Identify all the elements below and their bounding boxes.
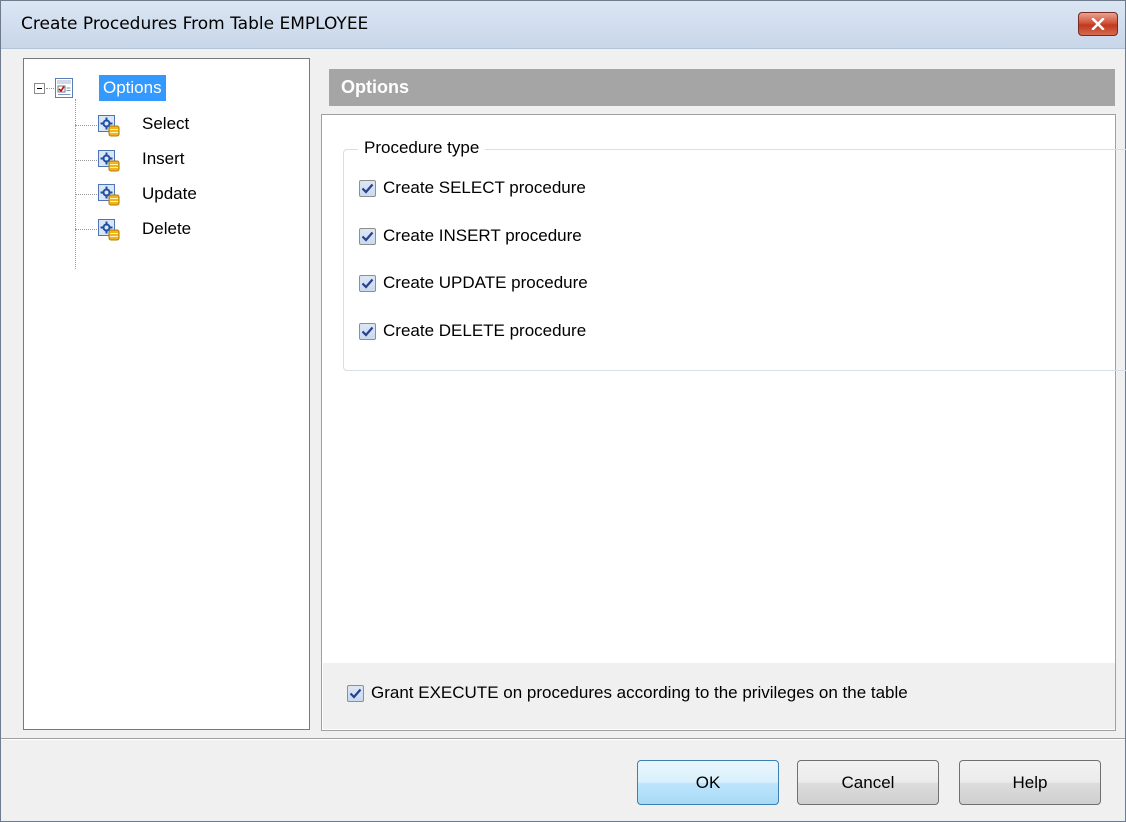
procedure-type-group: Procedure type Create SELECT procedure C… [343,138,1126,371]
checkmark-icon [361,326,374,337]
procedure-icon [98,219,120,241]
check-select-procedure[interactable]: Create SELECT procedure [359,178,586,198]
check-grant-execute[interactable]: Grant EXECUTE on procedures according to… [347,683,908,703]
checkbox-label: Create DELETE procedure [383,321,587,340]
window-title: Create Procedures From Table EMPLOYEE [21,14,369,34]
options-check-icon [55,78,73,98]
procedure-icon [98,115,120,137]
tree-view: Options Select Insert Update Delete [23,58,310,730]
checkmark-icon [361,231,374,242]
close-icon [1091,18,1105,30]
tree-item-insert[interactable]: Insert [138,145,189,173]
checkbox[interactable] [347,684,364,702]
checkbox-label: Create SELECT procedure [383,178,586,197]
tree-item-label: Update [142,184,197,203]
grant-area: Grant EXECUTE on procedures according to… [323,663,1115,729]
check-delete-procedure[interactable]: Create DELETE procedure [359,321,586,341]
checkbox[interactable] [359,179,376,197]
procedure-icon [98,184,120,206]
checkbox-label: Create UPDATE procedure [383,273,588,292]
close-button[interactable] [1078,12,1118,36]
help-button[interactable]: Help [959,760,1101,805]
checkbox-label: Create INSERT procedure [383,226,582,245]
divider [1,738,1125,740]
checkmark-icon [361,278,374,289]
tree-item-label: Delete [142,219,192,238]
group-title: Procedure type [358,138,486,158]
title-bar: Create Procedures From Table EMPLOYEE [1,1,1125,49]
collapse-toggle-icon[interactable] [34,83,45,94]
dialog-window: Create Procedures From Table EMPLOYEE Op… [0,0,1126,822]
tree-item-options[interactable]: Options [99,74,166,102]
checkbox[interactable] [359,274,376,292]
checkbox-label: Grant EXECUTE on procedures according to… [371,683,908,702]
checkbox[interactable] [359,227,376,245]
checkmark-icon [361,183,374,194]
ok-button[interactable]: OK [637,760,779,805]
procedure-icon [98,150,120,172]
checkbox[interactable] [359,322,376,340]
checkmark-icon [349,688,362,699]
tree-item-delete[interactable]: Delete [138,215,195,243]
options-panel: Procedure type Create SELECT procedure C… [321,114,1126,731]
check-insert-procedure[interactable]: Create INSERT procedure [359,226,582,246]
tree-item-label: Insert [142,149,185,168]
check-update-procedure[interactable]: Create UPDATE procedure [359,273,588,293]
cancel-button[interactable]: Cancel [797,760,939,805]
tree-item-label: Options [99,75,166,101]
tree-item-update[interactable]: Update [138,180,201,208]
tree-item-label: Select [142,114,190,133]
panel-header: Options [329,69,1115,106]
tree-item-select[interactable]: Select [138,110,193,138]
